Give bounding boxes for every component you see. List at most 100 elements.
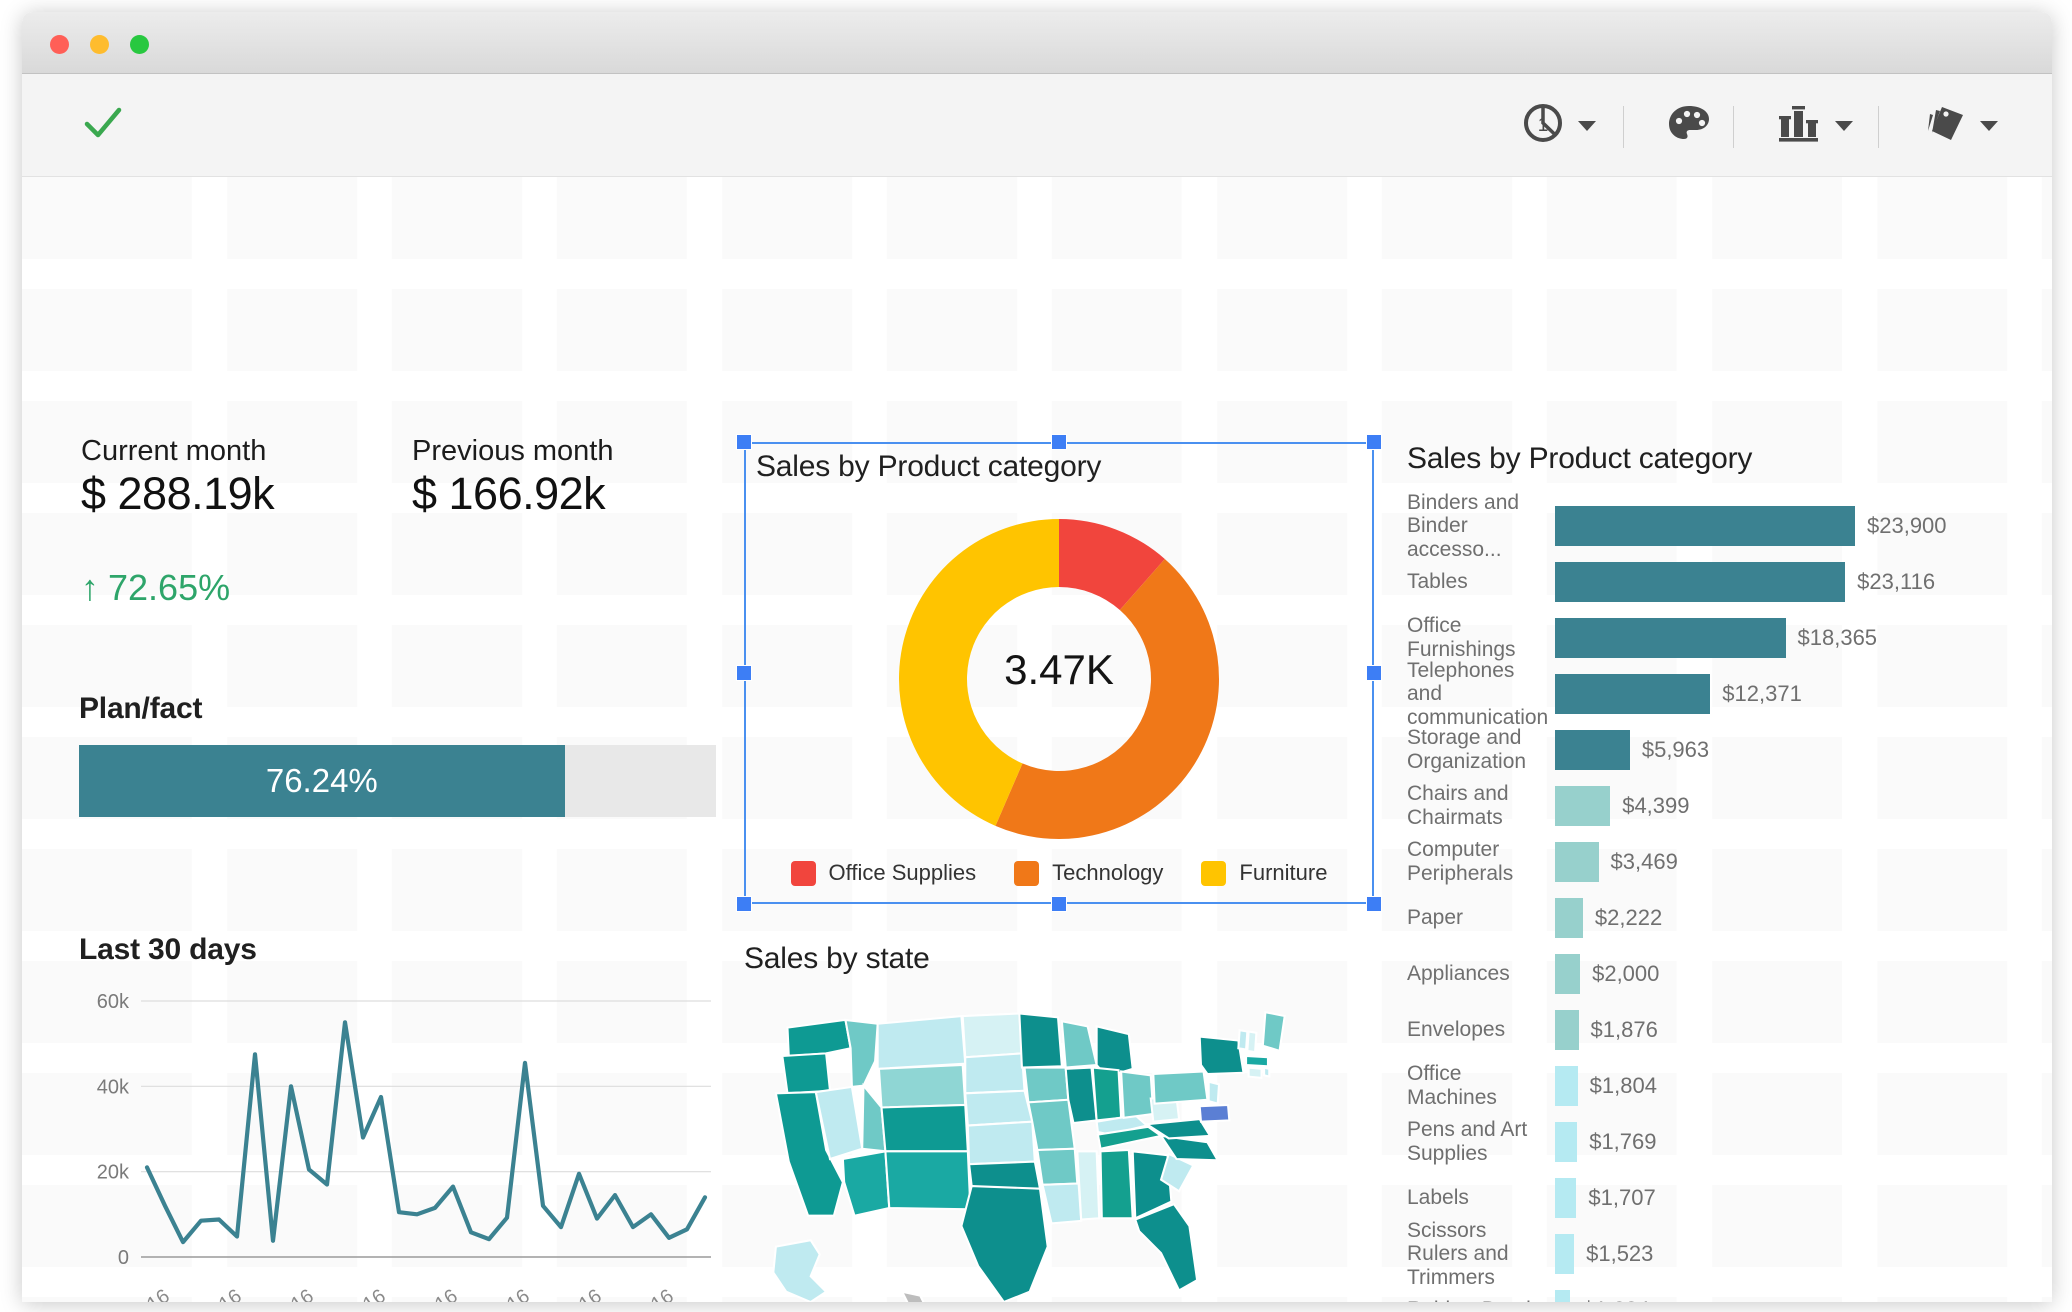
map-state[interactable] bbox=[1134, 1202, 1199, 1292]
bar-list-row[interactable]: Chairs and Chairmats $4,399 bbox=[1407, 782, 2037, 830]
bar-list-widget[interactable]: Sales by Product category Binders and Bi… bbox=[1407, 442, 2037, 1302]
bar-fill[interactable] bbox=[1555, 1122, 1578, 1162]
map-state[interactable] bbox=[786, 1018, 852, 1058]
chevron-down-icon[interactable] bbox=[1578, 120, 1596, 131]
map-state[interactable] bbox=[1207, 1080, 1221, 1105]
toolbar-chart-type[interactable] bbox=[1777, 74, 1853, 177]
bar-fill[interactable] bbox=[1555, 954, 1581, 994]
map-state[interactable] bbox=[1198, 1035, 1245, 1076]
map-state-highlight[interactable] bbox=[1198, 1103, 1231, 1123]
bar-list-row[interactable]: Envelopes $1,876 bbox=[1407, 1006, 2037, 1054]
map-state[interactable] bbox=[1036, 1147, 1079, 1186]
map-state[interactable] bbox=[1245, 1054, 1269, 1068]
toolbar-data-labels[interactable]: 1 bbox=[1522, 74, 1596, 177]
map-state[interactable] bbox=[844, 1018, 879, 1089]
line-chart-series bbox=[144, 1020, 708, 1245]
map-state[interactable] bbox=[1060, 1019, 1098, 1069]
kpi-card-current-month[interactable]: Current month $ 288.19k bbox=[81, 435, 275, 520]
donut-chart-widget[interactable]: Sales by Product category 3.47K Office S… bbox=[736, 434, 1382, 912]
resize-handle-bottom-right[interactable] bbox=[1366, 896, 1382, 912]
map-state[interactable] bbox=[781, 1052, 832, 1095]
bar-track: $4,399 bbox=[1555, 786, 2037, 826]
bar-list-row[interactable]: Office Machines $1,804 bbox=[1407, 1062, 2037, 1110]
map-state[interactable] bbox=[960, 1185, 1049, 1302]
bar-fill[interactable] bbox=[1555, 1066, 1578, 1106]
map-state[interactable] bbox=[964, 1052, 1026, 1095]
map-state[interactable] bbox=[1023, 1066, 1070, 1104]
bar-list-row[interactable]: Scissors Rulers and Trimmers $1,523 bbox=[1407, 1219, 2037, 1289]
confirm-check-icon[interactable] bbox=[80, 100, 126, 151]
map-state[interactable] bbox=[1246, 1030, 1258, 1054]
close-button[interactable] bbox=[50, 35, 69, 54]
bar-fill[interactable] bbox=[1555, 506, 1855, 546]
bar-fill[interactable] bbox=[1555, 842, 1599, 882]
map-state[interactable] bbox=[1152, 1070, 1209, 1105]
legend-item[interactable]: Technology bbox=[1014, 860, 1163, 886]
map-state[interactable] bbox=[961, 1012, 1024, 1059]
bar-fill[interactable] bbox=[1555, 618, 1786, 658]
map-state[interactable] bbox=[841, 1150, 891, 1217]
bar-fill[interactable] bbox=[1555, 898, 1583, 938]
resize-handle-bottom-left[interactable] bbox=[736, 896, 752, 912]
map-state[interactable] bbox=[1099, 1148, 1134, 1220]
bar-category-label: Envelopes bbox=[1407, 1018, 1506, 1042]
bar-fill[interactable] bbox=[1555, 674, 1711, 714]
map-state[interactable] bbox=[1027, 1098, 1076, 1152]
toolbar-color-palette[interactable] bbox=[1667, 74, 1711, 177]
map-state-alaska[interactable] bbox=[772, 1239, 828, 1302]
line-chart[interactable]: 0 20k 40k 60k bbox=[79, 987, 719, 1287]
bar-list-row[interactable]: Office Furnishings $18,365 bbox=[1407, 614, 2037, 662]
resize-handle-bottom-center[interactable] bbox=[1051, 896, 1067, 912]
map-state[interactable] bbox=[1041, 1182, 1083, 1225]
toolbar-divider-2 bbox=[1733, 106, 1734, 148]
bar-fill[interactable] bbox=[1555, 1178, 1577, 1218]
bar-list-row[interactable]: Tables $23,116 bbox=[1407, 558, 2037, 606]
bar-category-label: Scissors Rulers and Trimmers bbox=[1407, 1218, 1509, 1289]
map-state[interactable] bbox=[1237, 1029, 1249, 1051]
bar-list-row[interactable]: Paper $2,222 bbox=[1407, 894, 2037, 942]
legend-item[interactable]: Office Supplies bbox=[790, 860, 976, 886]
map-state[interactable] bbox=[884, 1150, 972, 1211]
bar-list-row[interactable]: Storage and Organization $5,963 bbox=[1407, 726, 2037, 774]
planfact-progress-track[interactable]: 76.24% bbox=[79, 745, 716, 817]
bar-fill[interactable] bbox=[1555, 1234, 1575, 1274]
bar-fill[interactable] bbox=[1555, 1010, 1579, 1050]
us-choropleth-map[interactable] bbox=[748, 989, 1368, 1302]
minimize-button[interactable] bbox=[90, 35, 109, 54]
map-state[interactable] bbox=[1261, 1010, 1286, 1053]
legend-item[interactable]: Furniture bbox=[1201, 860, 1327, 886]
bar-fill[interactable] bbox=[1555, 562, 1846, 602]
bar-fill[interactable] bbox=[1555, 1290, 1571, 1302]
map-state[interactable] bbox=[964, 1089, 1034, 1127]
maximize-button[interactable] bbox=[130, 35, 149, 54]
bar-list-row[interactable]: Binders and Binder accesso... $23,900 bbox=[1407, 491, 2037, 561]
resize-handle-top-left[interactable] bbox=[736, 434, 752, 450]
map-state[interactable] bbox=[1091, 1066, 1123, 1122]
map-state[interactable] bbox=[1018, 1012, 1063, 1069]
map-state[interactable] bbox=[966, 1120, 1036, 1166]
bar-list-row[interactable]: Pens and Art Supplies $1,769 bbox=[1407, 1118, 2037, 1166]
chevron-down-icon[interactable] bbox=[1980, 120, 1998, 131]
toolbar-fill-style[interactable] bbox=[1922, 74, 1998, 177]
map-state[interactable] bbox=[1076, 1150, 1101, 1221]
donut-slice[interactable] bbox=[995, 558, 1219, 839]
bar-list-row[interactable]: Labels $1,707 bbox=[1407, 1174, 2037, 1222]
map-state[interactable] bbox=[1120, 1070, 1155, 1119]
bar-fill[interactable] bbox=[1555, 730, 1630, 770]
bar-fill[interactable] bbox=[1555, 786, 1611, 826]
map-state[interactable] bbox=[1247, 1066, 1263, 1080]
resize-handle-top-right[interactable] bbox=[1366, 434, 1382, 450]
map-state[interactable] bbox=[1263, 1066, 1271, 1078]
map-state[interactable] bbox=[880, 1103, 969, 1153]
map-state[interactable] bbox=[877, 1063, 967, 1109]
bar-list-row[interactable]: Telephones and communication $12,371 bbox=[1407, 659, 2037, 729]
map-state[interactable] bbox=[876, 1014, 967, 1070]
chevron-down-icon[interactable] bbox=[1835, 120, 1853, 131]
map-state-hawaii[interactable] bbox=[900, 1290, 926, 1302]
bar-category-label: Office Furnishings bbox=[1407, 614, 1516, 661]
bar-list-row[interactable]: Computer Peripherals $3,469 bbox=[1407, 838, 2037, 886]
kpi-card-previous-month[interactable]: Previous month $ 166.92k bbox=[412, 435, 614, 520]
bar-list-row[interactable]: Appliances $2,000 bbox=[1407, 950, 2037, 998]
resize-handle-top-center[interactable] bbox=[1051, 434, 1067, 450]
bar-track: $2,000 bbox=[1555, 954, 2037, 994]
